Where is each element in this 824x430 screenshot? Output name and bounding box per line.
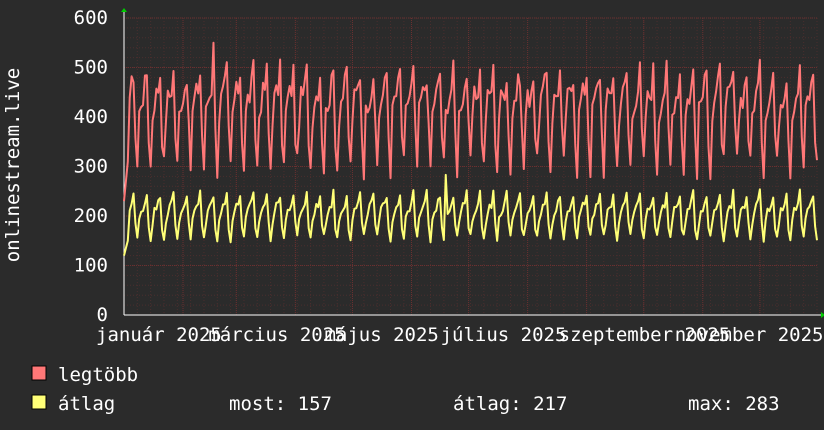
y-tick-label: 200 [74,205,108,227]
x-tick-label: január 2025 [96,324,222,346]
y-tick-label: 0 [97,304,108,326]
y-tick-label: 300 [74,156,108,178]
legend-swatch-atlag [31,394,47,410]
stat-max: max: 283 [688,393,780,415]
stat-atlag: átlag: 217 [453,393,567,415]
y-axis-label: onlinestream.live [2,68,24,262]
x-axis-ticks: január 2025március 2025május 2025 július … [96,324,823,346]
legend-label-atlag: átlag [58,393,115,415]
y-tick-label: 400 [74,106,108,128]
y-tick-label: 500 [74,57,108,79]
legend-label-legtobb: legtöbb [58,364,138,386]
x-tick-label: július 2025 [441,324,567,346]
line-chart: 0 100 200 300 400 500 600 január 2025március 2… [0,0,824,430]
x-tick-label: november 2025 [675,324,824,346]
y-tick-label: 100 [74,255,108,277]
x-tick-label: május 2025 [324,324,438,346]
legend-swatch-legtobb [31,365,47,381]
y-tick-label: 600 [74,7,108,29]
stat-most: most: 157 [229,393,332,415]
